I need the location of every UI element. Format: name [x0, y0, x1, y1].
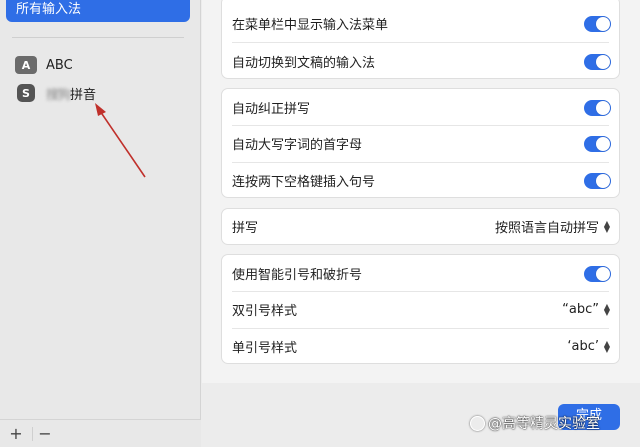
sogou-icon: S [17, 84, 35, 102]
setting-label: 单引号样式 [232, 341, 298, 356]
double-quotes-popup[interactable]: “abc” ▲ ▼ [562, 302, 611, 317]
settings-panel: 在菜单栏中显示输入法菜单 自动切换到文稿的输入法 自动纠正拼写 自动大写字词的首… [202, 0, 640, 383]
single-quotes-popup[interactable]: ‘abc’ ▲ ▼ [567, 339, 611, 354]
add-input-source-button[interactable]: + [6, 424, 26, 444]
blurred-label: 搜狗 [46, 87, 71, 103]
setting-label: 在菜单栏中显示输入法菜单 [232, 18, 389, 33]
setting-label: 连按两下空格键插入句号 [232, 175, 376, 190]
sidebar-item-pinyin[interactable]: S 搜狗 拼音 [15, 82, 96, 104]
settings-group-quotes: 使用智能引号和破折号 双引号样式 “abc” ▲ ▼ 单引号样式 ‘abc’ ▲ ▼ [221, 254, 620, 364]
setting-label: 使用智能引号和破折号 [232, 268, 363, 283]
up-down-chevron-icon: ▲ ▼ [603, 301, 611, 317]
show-menu-toggle[interactable] [584, 15, 611, 32]
smart-quotes-toggle[interactable] [584, 265, 611, 282]
setting-row-capitalize: 自动大写字词的首字母 [222, 125, 621, 162]
spelling-value: 按照语言自动拼写 [494, 221, 599, 236]
footer-divider [32, 427, 33, 441]
setting-row-spelling: 拼写 按照语言自动拼写 ▲ ▼ [222, 209, 621, 244]
single-quotes-value: ‘abc’ [567, 339, 599, 354]
settings-group-typing: 自动纠正拼写 自动大写字词的首字母 连按两下空格键插入句号 [221, 88, 620, 198]
setting-label: 拼写 [232, 221, 259, 236]
spelling-popup[interactable]: 按照语言自动拼写 ▲ ▼ [495, 217, 611, 236]
settings-group-menu: 在菜单栏中显示输入法菜单 自动切换到文稿的输入法 [221, 0, 620, 79]
setting-row-double-space-period: 连按两下空格键插入句号 [222, 162, 621, 199]
autocorrect-toggle[interactable] [584, 99, 611, 116]
setting-label: 自动切换到文稿的输入法 [232, 56, 376, 71]
remove-input-source-button[interactable]: − [35, 424, 55, 444]
setting-row-double-quotes: 双引号样式 “abc” ▲ ▼ [222, 291, 621, 328]
watermark-text: @高等精灵实验室 [488, 416, 600, 432]
settings-group-spelling: 拼写 按照语言自动拼写 ▲ ▼ [221, 208, 620, 245]
sidebar-item-label: ABC [46, 57, 73, 73]
double-space-period-toggle[interactable] [584, 172, 611, 189]
capitalize-toggle[interactable] [584, 135, 611, 152]
setting-label: 双引号样式 [232, 304, 298, 319]
watermark: @高等精灵实验室 [470, 412, 600, 434]
settings-pane: 在菜单栏中显示输入法菜单 自动切换到文稿的输入法 自动纠正拼写 自动大写字词的首… [202, 0, 640, 447]
setting-row-show-menu: 在菜单栏中显示输入法菜单 [222, 5, 621, 42]
abc-keyboard-icon: A [15, 56, 37, 74]
watermark-logo-icon [470, 415, 485, 431]
sidebar-divider [12, 37, 184, 38]
sidebar-item-label: 拼音 [70, 87, 97, 103]
setting-label: 自动纠正拼写 [232, 102, 311, 117]
sidebar-item-abc[interactable]: A ABC [15, 54, 73, 76]
setting-row-autocorrect: 自动纠正拼写 [222, 89, 621, 126]
sidebar-item-all-input-sources[interactable]: 所有输入法 [6, 0, 190, 22]
setting-row-single-quotes: 单引号样式 ‘abc’ ▲ ▼ [222, 328, 621, 365]
auto-switch-toggle[interactable] [584, 53, 611, 70]
double-quotes-value: “abc” [562, 302, 599, 317]
up-down-chevron-icon: ▲ ▼ [603, 338, 611, 354]
sidebar-footer: + − [0, 419, 201, 447]
setting-row-auto-switch: 自动切换到文稿的输入法 [222, 43, 621, 80]
setting-label: 自动大写字词的首字母 [232, 138, 363, 153]
setting-row-smart-quotes: 使用智能引号和破折号 [222, 255, 621, 292]
sidebar: 所有输入法 A ABC S 搜狗 拼音 + − [0, 0, 201, 447]
up-down-chevron-icon: ▲ ▼ [603, 218, 611, 234]
